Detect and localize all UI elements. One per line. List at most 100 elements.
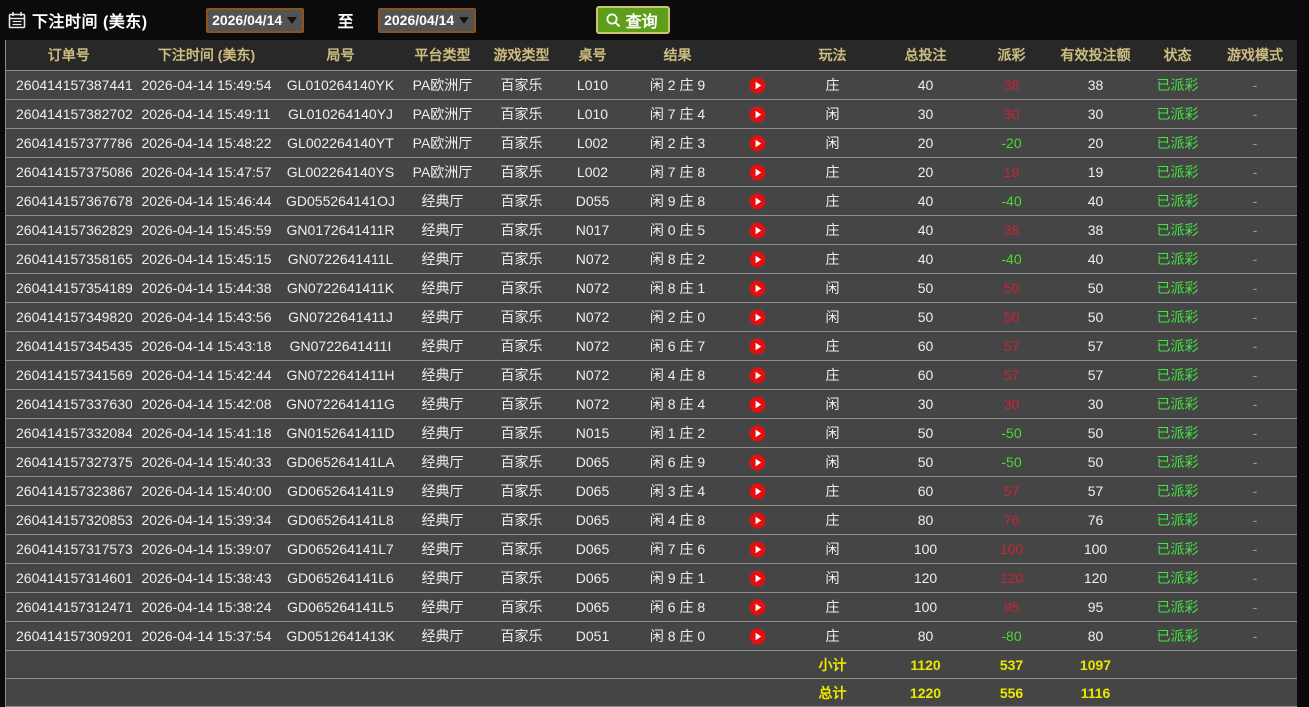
table-row: 260414157362829 2026-04-14 15:45:59 GN01… <box>5 215 1297 245</box>
table-row: 260414157327375 2026-04-14 15:40:33 GD06… <box>5 447 1297 477</box>
game-type-cell: 百家乐 <box>485 186 558 216</box>
game-mode-cell: - <box>1213 302 1297 332</box>
date-from-select[interactable]: 2026/04/14 <box>205 7 304 33</box>
game-type-cell: 百家乐 <box>485 418 558 448</box>
round-number-cell: GD065264141L9 <box>281 476 400 506</box>
replay-video-icon[interactable] <box>749 222 766 239</box>
replay-video-icon[interactable] <box>749 135 766 152</box>
status-badge: 已派彩 <box>1141 621 1214 651</box>
table-row: 260414157323867 2026-04-14 15:40:00 GD06… <box>5 476 1297 506</box>
play-type-cell: 闲 <box>787 302 878 332</box>
replay-video-icon[interactable] <box>749 309 766 326</box>
game-mode-cell: - <box>1213 563 1297 593</box>
result-cell: 闲 9 庄 8 <box>627 186 728 216</box>
game-type-cell: 百家乐 <box>485 302 558 332</box>
subtotal-total-bet: 1120 <box>877 650 974 679</box>
game-mode-cell: - <box>1213 505 1297 535</box>
replay-video-icon[interactable] <box>749 367 766 384</box>
col-result: 结果 <box>627 40 728 71</box>
order-number-cell: 260414157358165 <box>5 244 132 274</box>
search-button-label: 查询 <box>625 14 658 31</box>
search-button[interactable]: 查询 <box>595 6 670 34</box>
bet-time-cell: 2026-04-14 15:46:44 <box>131 186 282 216</box>
table-row: 260414157354189 2026-04-14 15:44:38 GN07… <box>5 273 1297 303</box>
payout-cell: -50 <box>973 447 1050 477</box>
game-mode-cell: - <box>1213 215 1297 245</box>
replay-video-icon[interactable] <box>749 483 766 500</box>
replay-video-icon[interactable] <box>749 425 766 442</box>
total-bet-cell: 60 <box>877 331 974 361</box>
game-type-cell: 百家乐 <box>485 244 558 274</box>
subtotal-payout: 537 <box>973 650 1050 679</box>
bet-time-cell: 2026-04-14 15:43:18 <box>131 331 282 361</box>
payout-cell: -80 <box>973 621 1050 651</box>
date-to-value: 2026/04/14 <box>384 12 455 28</box>
replay-video-icon[interactable] <box>749 570 766 587</box>
result-cell: 闲 8 庄 1 <box>627 273 728 303</box>
total-bet-cell: 40 <box>877 244 974 274</box>
result-cell: 闲 2 庄 3 <box>627 128 728 158</box>
table-row: 260414157309201 2026-04-14 15:37:54 GD05… <box>5 621 1297 651</box>
date-to-select[interactable]: 2026/04/14 <box>377 7 476 33</box>
table-row: 260414157387441 2026-04-14 15:49:54 GL01… <box>5 70 1297 100</box>
round-number-cell: GN0722641411L <box>281 244 400 274</box>
empty-cell <box>1141 678 1214 707</box>
order-number-cell: 260414157327375 <box>5 447 132 477</box>
game-mode-cell: - <box>1213 418 1297 448</box>
replay-video-icon[interactable] <box>749 512 766 529</box>
game-type-cell: 百家乐 <box>485 128 558 158</box>
status-badge: 已派彩 <box>1141 215 1214 245</box>
total-bet-cell: 50 <box>877 447 974 477</box>
bet-time-cell: 2026-04-14 15:44:38 <box>131 273 282 303</box>
replay-cell <box>727 70 788 100</box>
replay-cell <box>727 273 788 303</box>
order-number-cell: 260414157323867 <box>5 476 132 506</box>
round-number-cell: GD065264141LA <box>281 447 400 477</box>
payout-cell: 76 <box>973 505 1050 535</box>
replay-cell <box>727 157 788 187</box>
order-number-cell: 260414157367678 <box>5 186 132 216</box>
total-bet-cell: 30 <box>877 389 974 419</box>
replay-video-icon[interactable] <box>749 251 766 268</box>
status-badge: 已派彩 <box>1141 99 1214 129</box>
col-order: 订单号 <box>5 40 132 71</box>
replay-video-icon[interactable] <box>749 77 766 94</box>
replay-video-icon[interactable] <box>749 106 766 123</box>
play-type-cell: 闲 <box>787 418 878 448</box>
replay-video-icon[interactable] <box>749 628 766 645</box>
table-number-cell: N015 <box>557 418 628 448</box>
total-bet-cell: 40 <box>877 215 974 245</box>
chevron-down-icon <box>287 16 298 24</box>
game-type-cell: 百家乐 <box>485 592 558 622</box>
replay-cell <box>727 447 788 477</box>
game-type-cell: 百家乐 <box>485 563 558 593</box>
platform-type-cell: 经典厅 <box>399 302 486 332</box>
result-cell: 闲 8 庄 2 <box>627 244 728 274</box>
replay-video-icon[interactable] <box>749 454 766 471</box>
replay-video-icon[interactable] <box>749 280 766 297</box>
valid-bet-cell: 57 <box>1049 331 1142 361</box>
platform-type-cell: PA欧洲厅 <box>399 70 486 100</box>
game-mode-cell: - <box>1213 476 1297 506</box>
replay-video-icon[interactable] <box>749 193 766 210</box>
total-total-bet: 1220 <box>877 678 974 707</box>
bet-time-cell: 2026-04-14 15:45:15 <box>131 244 282 274</box>
table-number-cell: N017 <box>557 215 628 245</box>
replay-video-icon[interactable] <box>749 396 766 413</box>
replay-video-icon[interactable] <box>749 541 766 558</box>
table-number-cell: N072 <box>557 389 628 419</box>
table-footer: 小计 1120 537 1097 总计 1220 556 1116 <box>5 650 1297 707</box>
play-type-cell: 闲 <box>787 273 878 303</box>
replay-video-icon[interactable] <box>749 164 766 181</box>
replay-video-icon[interactable] <box>749 599 766 616</box>
total-bet-cell: 100 <box>877 592 974 622</box>
table-row: 260414157337630 2026-04-14 15:42:08 GN07… <box>5 389 1297 419</box>
round-number-cell: GD055264141OJ <box>281 186 400 216</box>
platform-type-cell: PA欧洲厅 <box>399 157 486 187</box>
game-mode-cell: - <box>1213 70 1297 100</box>
replay-cell <box>727 534 788 564</box>
subtotal-valid-bet: 1097 <box>1049 650 1142 679</box>
replay-video-icon[interactable] <box>749 338 766 355</box>
order-number-cell: 260414157320853 <box>5 505 132 535</box>
status-badge: 已派彩 <box>1141 331 1214 361</box>
